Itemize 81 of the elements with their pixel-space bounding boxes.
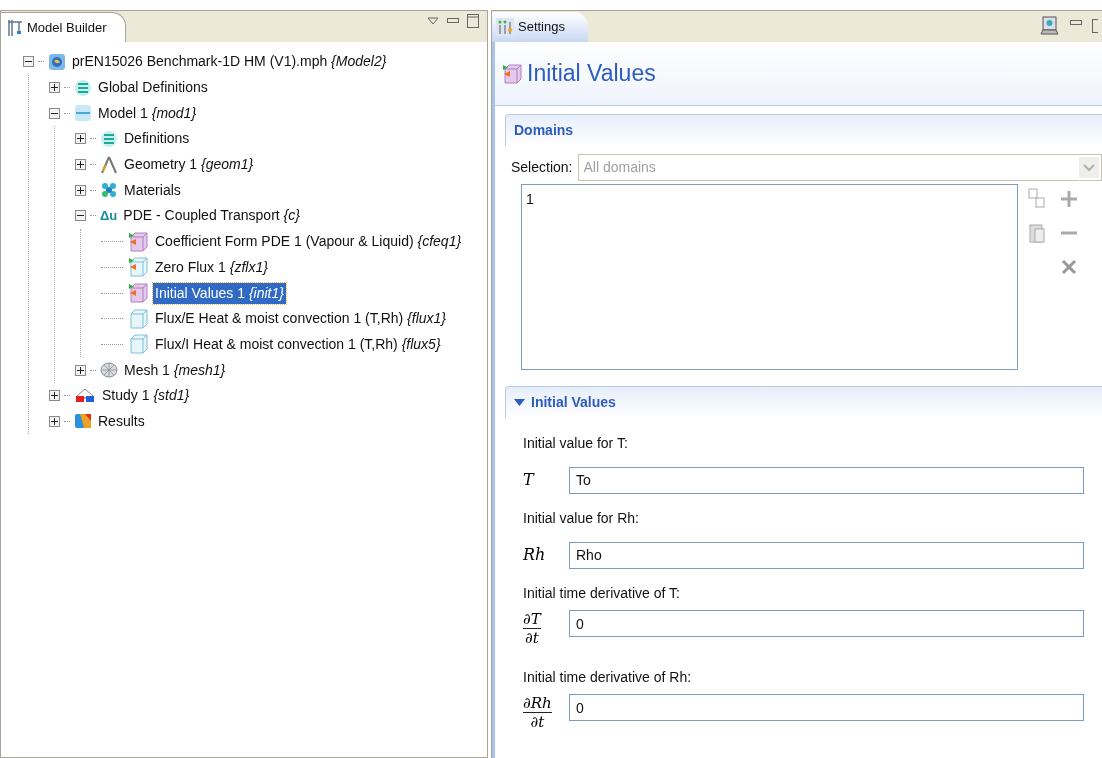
maximize-icon[interactable]: [467, 14, 479, 28]
value-field[interactable]: 0: [569, 610, 1084, 637]
fraction-numerator: ∂T: [523, 610, 541, 629]
list-icon: [74, 78, 92, 97]
cube-icon: [501, 63, 523, 84]
plus-icon: [77, 161, 84, 169]
plus-icon: [51, 392, 58, 400]
field-description: Initial time derivative of T:: [523, 584, 681, 603]
field-description: Initial value for Rh:: [523, 509, 640, 528]
delta-u-icon: Δu: [100, 209, 118, 223]
tree-item[interactable]: Mesh 1 {mesh1}: [122, 359, 228, 381]
value-field[interactable]: Rho: [569, 541, 1084, 569]
selection-list[interactable]: 1: [521, 184, 1018, 370]
tree-item[interactable]: Definitions: [122, 128, 192, 150]
plus-icon: [77, 186, 84, 194]
mesh-icon: [100, 361, 118, 380]
tree-item[interactable]: PDE - Coupled Transport {c}: [121, 205, 302, 227]
crane-icon: [7, 18, 23, 37]
tree-item[interactable]: Model 1 {mod1}: [96, 102, 199, 124]
value-field[interactable]: To: [569, 466, 1084, 494]
tree-item[interactable]: Geometry 1 {geom1}: [122, 154, 256, 176]
expander-toggle[interactable]: [23, 56, 34, 68]
cube-icon: [127, 308, 149, 329]
collapse-triangle-icon[interactable]: [514, 398, 525, 407]
expander-toggle[interactable]: [49, 390, 60, 402]
panel-tab[interactable]: Model Builder: [1, 12, 126, 42]
help-icon[interactable]: [1040, 16, 1060, 36]
expander-toggle[interactable]: [75, 364, 86, 376]
panel-tab[interactable]: Settings: [492, 12, 588, 42]
cube-icon: [127, 231, 149, 252]
expander-toggle[interactable]: [75, 184, 86, 196]
tree-item[interactable]: Coefficient Form PDE 1 (Vapour & Liquid) {cfeq1}: [153, 231, 464, 253]
molecule-icon: [100, 181, 118, 200]
chevron-down-icon: [1079, 156, 1099, 178]
tree-item[interactable]: Flux/I Heat & moist convection 1 (T,Rh) {flux5}: [153, 333, 443, 355]
list-item[interactable]: 1: [526, 189, 1013, 210]
compass-icon: [100, 155, 118, 174]
fraction-denominator: ∂t: [525, 629, 539, 647]
tree-item[interactable]: Study 1 {std1}: [100, 385, 192, 407]
expander-toggle[interactable]: [49, 415, 60, 427]
expander-toggle[interactable]: [75, 210, 86, 222]
expander-toggle[interactable]: [75, 133, 86, 145]
results-icon: [74, 412, 92, 431]
fraction-numerator: ∂Rh: [523, 694, 552, 713]
variable-symbol: Rh: [523, 544, 547, 566]
tree-item[interactable]: Initial Values 1 {init1}: [153, 282, 286, 304]
fraction-denominator: ∂t: [530, 713, 545, 731]
list-icon: [100, 129, 118, 148]
selection-label: Selection:: [511, 157, 573, 177]
maximize-icon[interactable]: [1092, 19, 1098, 33]
section-header[interactable]: Initial Values: [531, 392, 616, 413]
globe-icon: [48, 52, 66, 71]
settings-title: Initial Values: [527, 59, 656, 89]
cube-icon: [127, 257, 149, 278]
cube-icon: [127, 334, 149, 355]
cube-icon: [127, 283, 149, 304]
tree-item[interactable]: Zero Flux 1 {zflx1}: [153, 256, 270, 278]
tree-item[interactable]: Results: [96, 410, 147, 432]
view-menu-icon[interactable]: [427, 17, 439, 25]
expander-toggle[interactable]: [49, 107, 60, 119]
sliders-icon: [496, 18, 514, 36]
plus-icon: [51, 417, 58, 425]
plus-icon: [51, 84, 58, 92]
minimize-icon[interactable]: [447, 18, 459, 24]
plus-icon: [77, 366, 84, 374]
field-description: Initial time derivative of Rh:: [523, 668, 693, 687]
plus-icon: [77, 135, 84, 143]
section-header[interactable]: Domains: [514, 120, 574, 141]
value-field[interactable]: 0: [569, 694, 1084, 721]
expander-toggle[interactable]: [49, 82, 60, 94]
glasses-icon: [74, 386, 96, 405]
tab-title: Model Builder: [27, 18, 107, 37]
tab-title: Settings: [518, 18, 565, 37]
expander-toggle[interactable]: [75, 159, 86, 171]
minimize-icon[interactable]: [1070, 20, 1082, 26]
tree-item[interactable]: prEN15026 Benchmark-1D HM (V1).mph {Model2}: [70, 51, 389, 73]
tree-item[interactable]: Global Definitions: [96, 77, 210, 99]
variable-symbol: T: [523, 469, 536, 491]
tree-item[interactable]: Flux/E Heat & moist convection 1 (T,Rh) {flux1}: [153, 308, 449, 330]
tree-item[interactable]: Materials: [122, 179, 183, 201]
field-description: Initial value for T:: [523, 434, 629, 453]
